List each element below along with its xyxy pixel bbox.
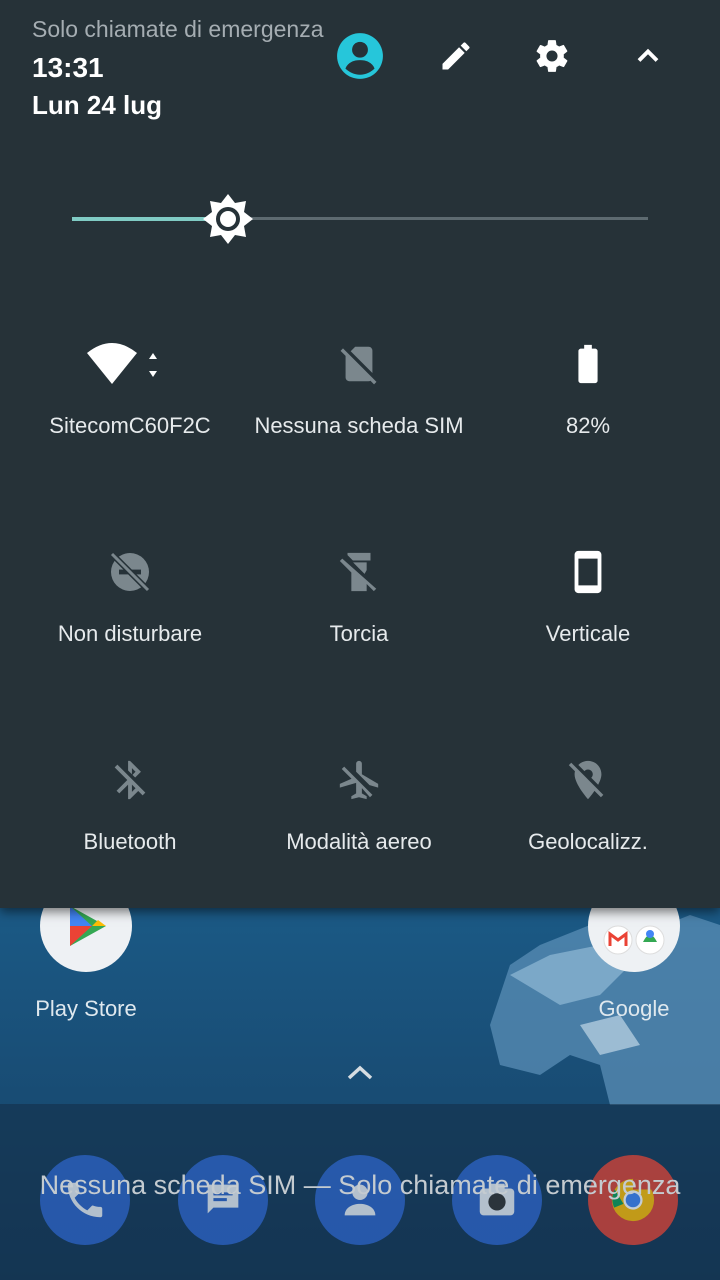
tile-battery[interactable]: 82% <box>473 334 703 524</box>
carrier-text: Solo chiamate di emergenza <box>32 16 324 42</box>
tile-bluetooth-label: Bluetooth <box>83 829 177 854</box>
bluetooth-off-icon <box>114 760 146 800</box>
flashlight-off-icon <box>339 552 377 592</box>
tile-airplane-label: Modalità aereo <box>286 829 432 854</box>
tile-wifi[interactable]: SitecomC60F2C <box>15 334 245 524</box>
brightness-icon[interactable] <box>202 193 254 245</box>
tile-location[interactable]: Geolocalizz. <box>473 750 703 940</box>
settings-button[interactable] <box>526 30 578 82</box>
wifi-icon <box>87 343 157 384</box>
app-drawer-arrow-icon[interactable] <box>340 1058 380 1088</box>
edit-icon <box>442 42 470 70</box>
settings-icon <box>536 40 568 72</box>
tile-dnd-label: Non disturbare <box>57 621 203 646</box>
edit-button[interactable] <box>430 30 482 82</box>
date: Lun 24 lug <box>32 90 162 120</box>
collapse-button[interactable] <box>622 30 674 82</box>
user-icon <box>337 33 383 79</box>
tile-flashlight[interactable]: Torcia <box>244 542 474 732</box>
tile-sim-label: Nessuna scheda SIM <box>254 413 464 438</box>
tile-rotation[interactable]: Verticale <box>473 542 703 732</box>
tile-wifi-label: SitecomC60F2C <box>49 413 211 438</box>
brightness-slider-track[interactable] <box>227 217 648 220</box>
location-off-icon <box>568 760 604 800</box>
portrait-icon <box>574 550 602 594</box>
collapse-icon <box>637 48 659 62</box>
airplane-off-icon <box>339 760 379 800</box>
user-button[interactable] <box>334 30 386 82</box>
play-store-label: Play Store <box>35 996 137 1021</box>
quick-settings-panel: Solo chiamate di emergenza 13:31 Lun 24 … <box>0 0 720 908</box>
tile-battery-label: 82% <box>565 413 611 438</box>
no-sim-icon <box>340 346 377 385</box>
tile-flashlight-label: Torcia <box>329 621 389 646</box>
tile-rotation-label: Verticale <box>545 621 631 646</box>
dnd-off-icon <box>109 551 151 593</box>
clock: 13:31 <box>32 52 104 83</box>
tile-bluetooth[interactable]: Bluetooth <box>15 750 245 940</box>
google-folder-label: Google <box>598 996 670 1021</box>
battery-icon <box>578 344 598 384</box>
tile-airplane[interactable]: Modalità aereo <box>244 750 474 940</box>
lockscreen-carrier-text: Nessuna scheda SIM — Solo chiamate di em… <box>39 1170 681 1200</box>
tile-dnd[interactable]: Non disturbare <box>15 542 245 732</box>
tile-sim[interactable]: Nessuna scheda SIM <box>244 334 474 524</box>
tile-location-label: Geolocalizz. <box>528 829 648 854</box>
